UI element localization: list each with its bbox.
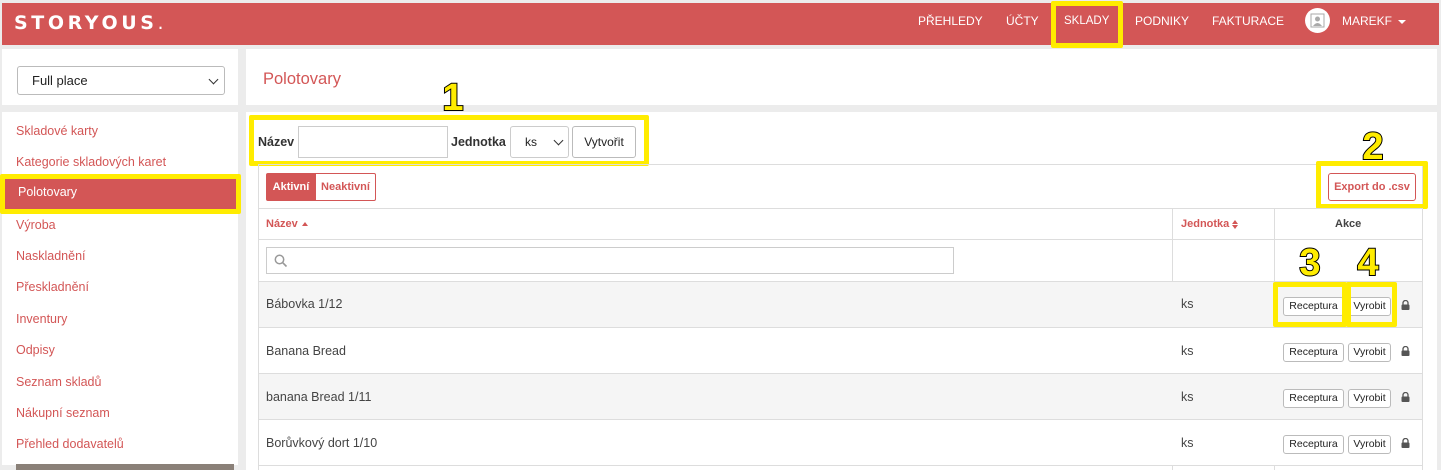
table-row [259,282,1422,327]
nav-podniky[interactable]: PODNIKY [1135,0,1189,42]
sort-icon [1232,219,1239,229]
user-icon [1310,13,1325,28]
produce-button[interactable]: Vyrobit [1348,389,1391,408]
unit-label: Jednotka [451,135,506,149]
name-input[interactable] [298,126,448,158]
unit-select[interactable]: ks [510,126,569,158]
produce-button[interactable]: Vyrobit [1348,343,1391,362]
caret-down-icon [1398,19,1407,24]
place-select[interactable]: Full place [17,66,225,95]
nav-fakturace[interactable]: FAKTURACE [1212,0,1284,42]
table-row [259,374,1422,419]
row-unit: ks [1181,390,1194,404]
row-name: Banana Bread [266,344,346,358]
page-header [246,49,1437,105]
row-name: Borůvkový dort 1/10 [266,436,378,450]
create-button[interactable]: Vytvořit [572,126,636,158]
sidebar-item-odpisy[interactable]: Odpisy [16,343,55,357]
name-label: Název [258,135,295,149]
divider [258,465,1423,466]
filter-active-tab[interactable]: Aktivní [266,173,316,201]
user-avatar[interactable] [1305,8,1330,33]
sidebar-item-kategorie[interactable]: Kategorie skladových karet [16,155,166,169]
user-name: MAREKF [1342,14,1393,28]
recipe-button[interactable]: Receptura [1283,389,1344,408]
produce-button[interactable]: Vyrobit [1348,297,1391,316]
sidebar-image [16,464,234,470]
page-title: Polotovary [263,70,341,88]
export-csv-button[interactable]: Export do .csv [1328,173,1416,201]
chevron-down-icon [553,135,564,146]
recipe-button[interactable]: Receptura [1283,343,1344,362]
sidebar-item-vyroba[interactable]: Výroba [16,218,56,232]
sidebar-item-naskladneni[interactable]: Naskladnění [16,249,86,263]
lock-icon[interactable] [1401,392,1410,402]
row-name: banana Bread 1/11 [266,390,372,404]
user-menu[interactable]: MAREKF [1342,0,1407,42]
lock-icon[interactable] [1401,346,1410,356]
table-row [259,420,1422,465]
sidebar-item-nakupni-seznam[interactable]: Nákupní seznam [16,406,110,420]
row-unit: ks [1181,297,1194,311]
lock-icon[interactable] [1401,300,1410,310]
search-input[interactable] [266,247,954,274]
filter-inactive-tab[interactable]: Neaktivní [315,173,376,201]
divider [258,239,1423,240]
produce-button[interactable]: Vyrobit [1348,435,1391,454]
sidebar-item-skladove-karty[interactable]: Skladové karty [16,124,98,138]
nav-ucty[interactable]: ÚČTY [1006,0,1039,42]
row-name: Bábovka 1/12 [266,297,343,311]
recipe-button[interactable]: Receptura [1283,435,1344,454]
recipe-button[interactable]: Receptura [1283,297,1344,316]
header-name[interactable]: Název [266,218,308,230]
lock-icon[interactable] [1401,438,1410,448]
row-unit: ks [1181,344,1194,358]
nav-sklady[interactable]: SKLADY [1064,0,1109,42]
sidebar-item-inventury[interactable]: Inventury [16,312,67,326]
row-unit: ks [1181,436,1194,450]
divider [258,208,1423,209]
sidebar-item-polotovary[interactable]: Polotovary [2,176,238,209]
sidebar-item-preskladneni[interactable]: Přeskladnění [16,280,89,294]
header-unit[interactable]: Jednotka [1181,218,1239,230]
sidebar-item-seznam-skladu[interactable]: Seznam skladů [16,375,101,389]
nav-prehledy[interactable]: PŘEHLEDY [918,0,983,42]
storyous-logo[interactable]: STORYOUS. [14,12,167,34]
chevron-down-icon [208,74,219,85]
sort-asc-icon [301,222,308,227]
sidebar-item-prehled-dodavatelu[interactable]: Přehled dodavatelů [16,437,124,451]
search-icon [274,254,288,268]
table-row [259,328,1422,373]
header-actions: Akce [1335,218,1362,230]
